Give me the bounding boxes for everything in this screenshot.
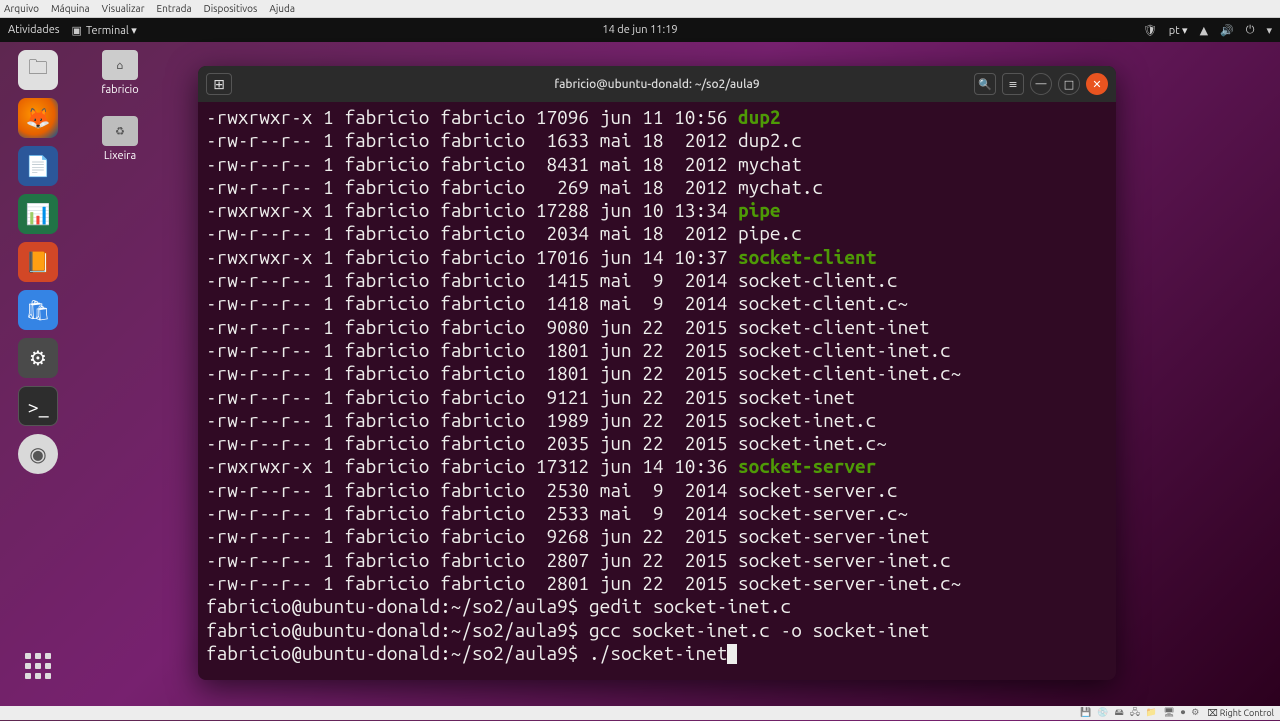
shield-icon[interactable]: 🛡 (1143, 24, 1157, 37)
vm-disk-icon: 💾 (1080, 707, 1091, 717)
terminal-title: fabricio@ubuntu-donald: ~/so2/aula9 (554, 78, 759, 91)
dock-terminal[interactable]: >_ (18, 386, 58, 426)
vm-optical-icon: 💿 (1097, 707, 1108, 717)
vm-menu-dispositivos[interactable]: Dispositivos (204, 3, 258, 14)
network-icon[interactable]: ▲ (1200, 24, 1208, 37)
search-button[interactable]: 🔍 (974, 73, 996, 95)
minimize-button[interactable]: — (1030, 73, 1052, 95)
dock-impress[interactable]: 📙 (18, 242, 58, 282)
gnome-top-bar: Atividades ▣ Terminal ▾ 14 de jun 11:19 … (0, 18, 1280, 42)
close-button[interactable]: ✕ (1086, 73, 1108, 95)
terminal-icon: ▣ (72, 24, 82, 37)
activities-button[interactable]: Atividades (8, 24, 60, 36)
volume-icon[interactable]: 🔊 (1220, 24, 1234, 37)
vm-network-icon: 🖧 (1130, 707, 1140, 717)
terminal-output[interactable]: -rwxrwxr-x 1 fabricio fabricio 17096 jun… (198, 102, 1116, 680)
show-applications[interactable] (18, 646, 58, 686)
chevron-down-icon[interactable]: ▾ (1266, 24, 1272, 37)
dock-writer[interactable]: 📄 (18, 146, 58, 186)
home-icon: ⌂ (102, 50, 138, 80)
trash-icon[interactable]: ♻ Lixeira (90, 116, 150, 162)
dock-firefox[interactable]: 🦊 (18, 98, 58, 138)
hamburger-menu-button[interactable]: ≡ (1002, 73, 1024, 95)
app-menu-label: Terminal ▾ (86, 24, 137, 37)
home-folder-icon[interactable]: ⌂ fabricio (90, 50, 150, 96)
dock: 🗀 🦊 📄 📊 📙 🛍 ⚙ >_ ◉ (0, 42, 76, 706)
new-tab-button[interactable]: ⊞ (206, 73, 232, 95)
terminal-window: ⊞ fabricio@ubuntu-donald: ~/so2/aula9 🔍 … (198, 66, 1116, 680)
clock[interactable]: 14 de jun 11:19 (602, 24, 677, 36)
vm-menu-maquina[interactable]: Máquina (51, 3, 90, 14)
dock-calc[interactable]: 📊 (18, 194, 58, 234)
vm-menu-visualizar[interactable]: Visualizar (102, 3, 145, 14)
vm-hostkey-indicator: ⌧ Right Control (1207, 708, 1274, 719)
vm-menu-entrada[interactable]: Entrada (157, 3, 192, 14)
dock-disk[interactable]: ◉ (18, 434, 58, 474)
desktop-icons: ⌂ fabricio ♻ Lixeira (90, 50, 150, 162)
vm-status-bar: 💾 💿 🖴 🖧 📁 🖥 ⏺ ⚙ ⌧ Right Control (0, 706, 1280, 720)
vm-shared-icon: 📁 (1146, 707, 1157, 717)
vm-status-icons[interactable]: 💾 💿 🖴 🖧 📁 🖥 ⏺ ⚙ (1076, 705, 1199, 721)
desktop: 🗀 🦊 📄 📊 📙 🛍 ⚙ >_ ◉ ⌂ fabricio ♻ Lixeira … (0, 42, 1280, 706)
recycle-icon: ♻ (102, 116, 138, 146)
vm-cpu-icon: ⚙ (1191, 707, 1199, 717)
dock-settings[interactable]: ⚙ (18, 338, 58, 378)
dock-software[interactable]: 🛍 (18, 290, 58, 330)
vm-usb-icon: 🖴 (1115, 707, 1124, 717)
app-menu[interactable]: ▣ Terminal ▾ (72, 24, 137, 37)
terminal-titlebar[interactable]: ⊞ fabricio@ubuntu-donald: ~/so2/aula9 🔍 … (198, 66, 1116, 102)
home-folder-label: fabricio (101, 84, 138, 96)
maximize-button[interactable]: □ (1058, 73, 1080, 95)
vm-menu-arquivo[interactable]: Arquivo (4, 3, 39, 14)
vm-menu-bar[interactable]: Arquivo Máquina Visualizar Entrada Dispo… (0, 0, 1280, 18)
keyboard-lang[interactable]: pt ▾ (1169, 24, 1188, 37)
trash-label: Lixeira (104, 150, 136, 162)
vm-recording-icon: ⏺ (1181, 707, 1186, 717)
power-icon[interactable]: ⏻ (1246, 24, 1255, 37)
vm-display-icon: 🖥 (1163, 707, 1174, 717)
dock-files[interactable]: 🗀 (18, 50, 58, 90)
vm-menu-ajuda[interactable]: Ajuda (269, 3, 295, 14)
